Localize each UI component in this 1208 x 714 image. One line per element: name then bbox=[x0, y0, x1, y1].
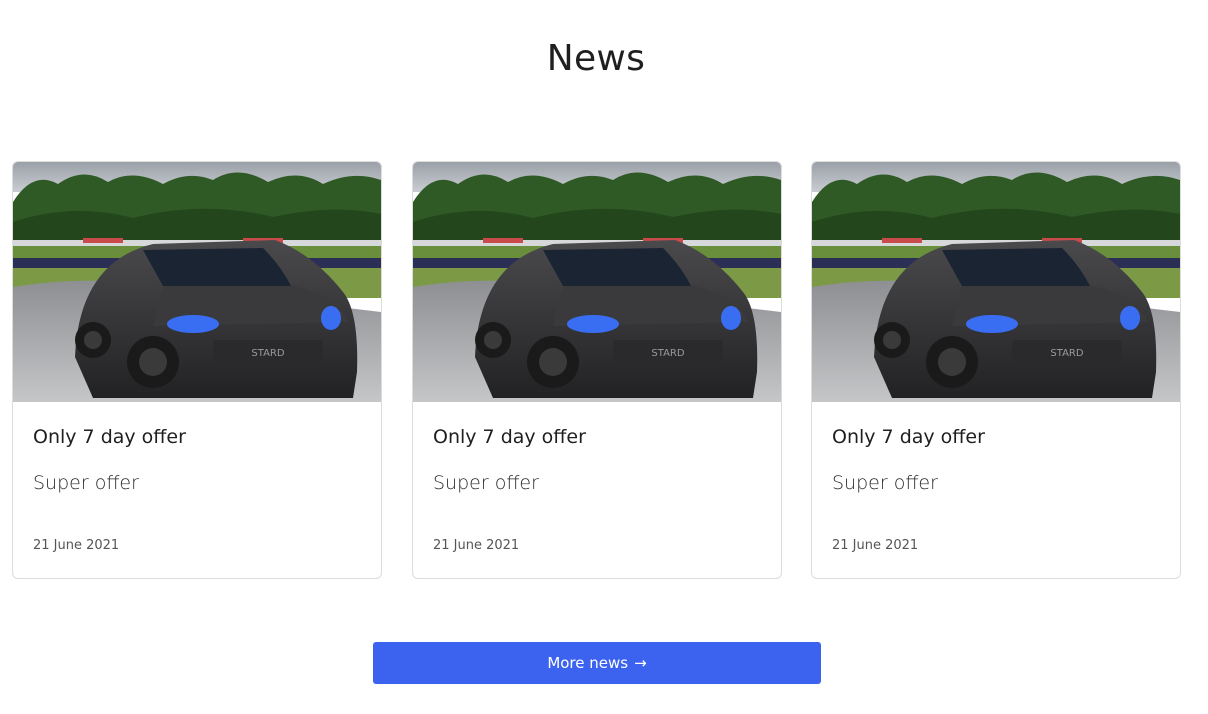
news-card-image: STARD bbox=[13, 162, 381, 402]
news-card-body: Only 7 day offer Super offer 21 June 202… bbox=[13, 402, 381, 578]
news-card-title: Only 7 day offer bbox=[832, 426, 985, 448]
news-card-subtitle: Super offer bbox=[832, 472, 938, 494]
news-card-image: STARD bbox=[413, 162, 781, 402]
news-card-image: STARD bbox=[812, 162, 1180, 402]
news-card-date: 21 June 2021 bbox=[832, 538, 919, 553]
more-news-label: More news bbox=[547, 654, 629, 672]
news-section: News STARD Only 7 day offer Super offer … bbox=[0, 0, 1208, 714]
news-card-date: 21 June 2021 bbox=[33, 538, 120, 553]
more-news-button[interactable]: More news → bbox=[373, 642, 821, 684]
news-card-title: Only 7 day offer bbox=[433, 426, 586, 448]
section-title: News bbox=[546, 38, 646, 79]
arrow-right-icon: → bbox=[634, 654, 647, 672]
news-card-body: Only 7 day offer Super offer 21 June 202… bbox=[413, 402, 781, 578]
svg-text:STARD: STARD bbox=[1050, 348, 1083, 359]
news-card-list: STARD Only 7 day offer Super offer 21 Ju… bbox=[12, 161, 1182, 579]
news-card-subtitle: Super offer bbox=[33, 472, 139, 494]
news-card[interactable]: STARD Only 7 day offer Super offer 21 Ju… bbox=[811, 161, 1181, 579]
svg-text:STARD: STARD bbox=[251, 348, 284, 359]
news-card-title: Only 7 day offer bbox=[33, 426, 186, 448]
news-card-subtitle: Super offer bbox=[433, 472, 539, 494]
news-card[interactable]: STARD Only 7 day offer Super offer 21 Ju… bbox=[412, 161, 782, 579]
svg-text:STARD: STARD bbox=[651, 348, 684, 359]
news-card-body: Only 7 day offer Super offer 21 June 202… bbox=[812, 402, 1180, 578]
news-card[interactable]: STARD Only 7 day offer Super offer 21 Ju… bbox=[12, 161, 382, 579]
news-card-date: 21 June 2021 bbox=[433, 538, 520, 553]
